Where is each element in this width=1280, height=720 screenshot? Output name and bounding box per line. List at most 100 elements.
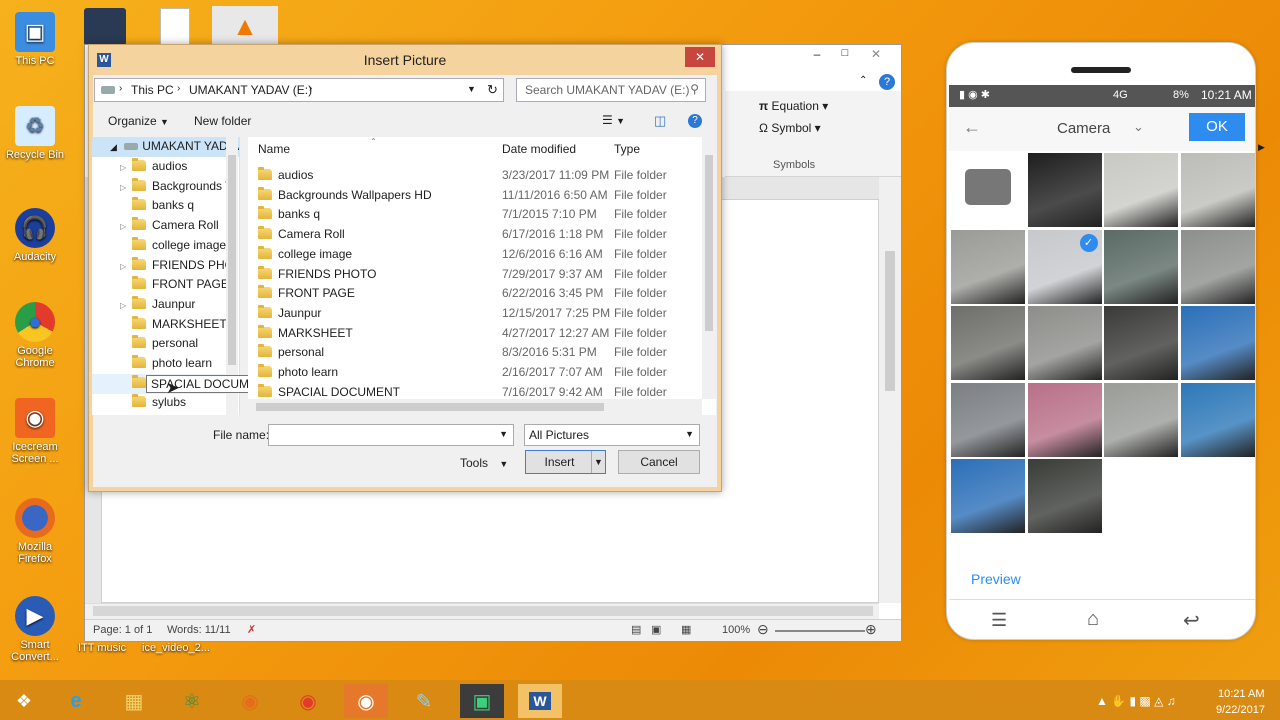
chevron-right-icon[interactable]: ▷ — [120, 217, 130, 236]
organize-button[interactable]: Organize ▼ — [108, 114, 169, 128]
maximize-button[interactable]: □ — [835, 47, 855, 63]
photo-thumbnail[interactable] — [951, 229, 1025, 304]
tree-item[interactable]: college image — [92, 236, 226, 256]
chevron-right-icon[interactable]: ▷ — [120, 296, 130, 315]
column-name[interactable]: Name — [258, 142, 290, 156]
tree-item[interactable]: FRONT PAGE — [92, 275, 226, 295]
photo-thumbnail[interactable] — [1027, 459, 1102, 533]
tree-item[interactable]: banks q — [92, 196, 226, 216]
file-name-input[interactable]: ▼ — [268, 424, 514, 446]
file-row[interactable]: personal 8/3/2016 5:31 PM File folder — [250, 343, 702, 362]
tools-button[interactable]: Tools ▼ — [460, 456, 508, 470]
tree-item[interactable]: sylubs — [92, 393, 226, 413]
zoom-level[interactable]: 100% — [722, 624, 750, 636]
vertical-scrollbar[interactable] — [879, 177, 901, 603]
desktop-icon-firefox[interactable]: Mozilla Firefox — [4, 498, 66, 565]
dialog-close-button[interactable]: ✕ — [685, 47, 715, 67]
scroll-thumb[interactable] — [705, 155, 713, 331]
breadcrumb-drive[interactable]: UMAKANT YADAV (E:) — [189, 83, 312, 97]
photo-thumbnail[interactable] — [1027, 306, 1102, 380]
close-button[interactable]: ✕ — [865, 47, 887, 63]
photo-thumbnail[interactable] — [1104, 306, 1178, 380]
column-date[interactable]: Date modified — [502, 142, 576, 156]
read-mode-icon[interactable]: ▤ — [631, 623, 641, 636]
tray-icons[interactable]: ▲ ✋ ▮ ▩ ◬ ♫ — [1096, 694, 1176, 708]
column-type[interactable]: Type — [614, 142, 640, 156]
tree-item[interactable]: MARKSHEET — [92, 315, 226, 335]
scroll-thumb[interactable] — [228, 155, 236, 365]
notes-taskbar-icon[interactable]: ✎ — [402, 684, 446, 718]
scroll-thumb[interactable] — [256, 403, 604, 411]
zoom-slider[interactable] — [775, 630, 865, 632]
zoom-out-icon[interactable]: ⊖ — [757, 621, 769, 638]
photo-thumbnail[interactable] — [1180, 153, 1255, 227]
page-count[interactable]: Page: 1 of 1 — [93, 624, 152, 636]
list-hscrollbar[interactable] — [240, 399, 702, 415]
chrome-taskbar-icon[interactable]: ◉ — [286, 684, 330, 718]
ok-button[interactable]: OK — [1189, 113, 1245, 141]
home-icon[interactable]: ⌂ — [1087, 608, 1099, 631]
file-row[interactable]: Jaunpur 12/15/2017 7:25 PM File folder — [250, 304, 702, 323]
print-layout-icon[interactable]: ▣ — [651, 623, 661, 636]
proofing-icon[interactable]: ✗ — [247, 623, 256, 636]
desktop-icon-icecream[interactable]: ◉ Icecream Screen ... — [4, 398, 66, 465]
list-vscrollbar[interactable] — [702, 137, 716, 399]
camera-tile[interactable] — [951, 153, 1025, 227]
photo-thumbnail[interactable] — [1180, 382, 1255, 457]
album-title[interactable]: Camera — [1057, 120, 1110, 137]
photo-thumbnail[interactable] — [951, 306, 1025, 380]
file-row[interactable]: FRONT PAGE 6/22/2016 3:45 PM File folder — [250, 284, 702, 303]
new-folder-button[interactable]: New folder — [194, 114, 251, 128]
chevron-right-icon[interactable]: ▷ — [120, 257, 130, 276]
photo-thumbnail[interactable] — [1104, 382, 1178, 457]
web-layout-icon[interactable]: ▦ — [681, 623, 691, 636]
desktop-icon-audacity[interactable]: 🎧 Audacity — [4, 208, 66, 263]
desktop-icon-chrome[interactable]: ● Google Chrome — [4, 302, 66, 369]
ie-icon[interactable]: e — [54, 684, 98, 718]
tree-root-drive[interactable]: ◢ UMAKANT YADAV — [92, 137, 239, 157]
file-row[interactable]: banks q 7/1/2015 7:10 PM File folder — [250, 205, 702, 224]
zoom-in-icon[interactable]: ⊕ — [865, 621, 877, 638]
photo-thumbnail[interactable] — [1027, 153, 1102, 227]
file-row[interactable]: Camera Roll 6/17/2016 1:18 PM File folder — [250, 225, 702, 244]
tree-item[interactable]: ▷ Camera Roll — [92, 216, 226, 236]
tree-item[interactable]: ▷ FRIENDS PHOT — [92, 256, 226, 276]
file-row[interactable]: audios 3/23/2017 11:09 PM File folder — [250, 166, 702, 185]
tree-item[interactable]: ▷ Backgrounds W — [92, 177, 226, 197]
tree-item[interactable]: photo learn — [92, 354, 226, 374]
photo-thumbnail[interactable] — [951, 459, 1025, 533]
photo-thumbnail[interactable] — [1104, 229, 1178, 304]
help-icon[interactable]: ? — [879, 74, 895, 90]
address-dropdown-icon[interactable]: ▼ — [467, 84, 476, 94]
preview-pane-icon[interactable]: ◫ — [654, 113, 666, 129]
file-type-select[interactable]: All Pictures ▼ — [524, 424, 700, 446]
chevron-down-icon[interactable]: ⌄ — [1133, 119, 1144, 135]
photo-thumbnail[interactable] — [951, 382, 1025, 457]
desktop-icon-smart-converter[interactable]: ▶ Smart Convert... — [4, 596, 66, 663]
horizontal-scrollbar[interactable] — [85, 603, 879, 619]
ribbon-collapse-icon[interactable]: ⌃ — [859, 75, 867, 86]
menu-icon[interactable]: ☰ — [991, 610, 1007, 631]
insert-dropdown-icon[interactable]: ▼ — [591, 451, 605, 473]
file-row[interactable]: MARKSHEET 4/27/2017 12:27 AM File folder — [250, 324, 702, 343]
desktop-icon-recycle-bin[interactable]: ♻ Recycle Bin — [4, 106, 66, 161]
view-options-icon[interactable]: ☰ ▼ — [602, 113, 625, 127]
desktop-app-icon[interactable] — [84, 8, 126, 46]
scroll-thumb[interactable] — [885, 251, 895, 391]
help-icon[interactable]: ? — [688, 114, 702, 128]
cancel-button[interactable]: Cancel — [618, 450, 700, 474]
desktop-icon-this-pc[interactable]: ▣ This PC — [4, 12, 66, 67]
start-button[interactable]: ❖ — [2, 684, 46, 718]
chevron-right-icon[interactable]: ▷ — [120, 178, 130, 197]
word-taskbar-icon[interactable]: W — [518, 684, 562, 718]
photo-thumbnail[interactable] — [1180, 306, 1255, 380]
app-icon[interactable]: ⚛ — [170, 684, 214, 718]
tree-scrollbar[interactable] — [226, 137, 238, 415]
file-row[interactable]: college image 12/6/2016 6:16 AM File folde… — [250, 245, 702, 264]
back-icon[interactable]: ← — [963, 117, 981, 138]
clock-time[interactable]: 10:21 AM — [1218, 688, 1264, 700]
photo-thumbnail[interactable]: ✓ — [1027, 229, 1102, 304]
photo-thumbnail[interactable] — [1104, 153, 1178, 227]
tree-item[interactable]: personal — [92, 334, 226, 354]
document-icon[interactable] — [160, 8, 190, 46]
